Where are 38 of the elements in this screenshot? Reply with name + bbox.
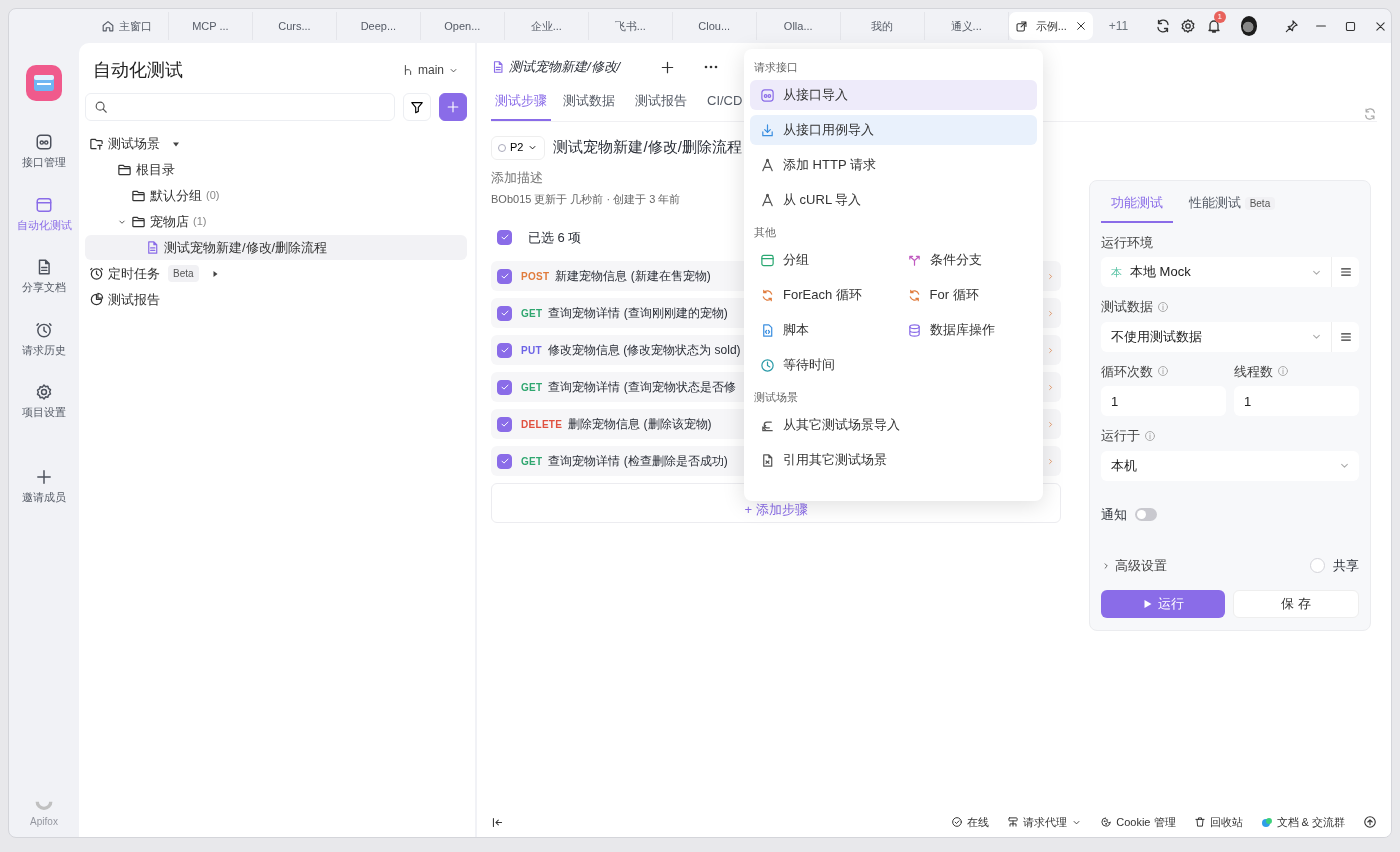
item-count: (1) <box>193 214 207 230</box>
beta-tag: Beta <box>168 265 199 282</box>
field-label: 通知 <box>1101 505 1127 524</box>
field-label: 循环次数 <box>1101 362 1153 381</box>
step-label: 修改宠物信息 (修改宠物状态为 sold) <box>547 342 741 359</box>
tree-label: 测试场景 <box>108 134 160 153</box>
field-label: 测试数据 <box>1101 298 1153 316</box>
http-method: PUT <box>521 343 542 358</box>
field-label: 运行于 <box>1101 427 1140 445</box>
field-label: 运行环境 <box>1101 233 1153 252</box>
step-label: 查询宠物详情 (检查删除是否成功) <box>548 453 728 470</box>
menu-section-title: 请求接口 <box>753 60 799 76</box>
menu-section-title: 其他 <box>753 225 777 241</box>
http-method: DELETE <box>521 417 563 432</box>
share-label: 共享 <box>1333 557 1359 575</box>
field-label: 线程数 <box>1234 362 1273 381</box>
tree-label: 测试宠物新建/修改/删除流程 <box>164 238 328 257</box>
menu-section-title: 测试场景 <box>753 390 799 406</box>
tree-label: 默认分组 <box>150 186 202 205</box>
http-method: GET <box>521 306 543 321</box>
item-count: (0) <box>206 188 220 204</box>
step-label: 查询宠物详情 (查询刚刚建的宠物) <box>548 305 728 322</box>
step-label: 删除宠物信息 (删除该宠物) <box>568 416 712 433</box>
brand-name: Apifox <box>30 815 58 829</box>
selection-count: 已选 6 项 <box>528 228 582 247</box>
notification-badge: 1 <box>1213 11 1226 23</box>
tree-label: 定时任务 <box>108 264 160 283</box>
environment-tag: 本 <box>1111 263 1122 281</box>
http-method: GET <box>521 380 543 395</box>
tree-label: 宠物店 <box>150 212 189 231</box>
http-method: GET <box>521 454 543 469</box>
step-label: 新建宠物信息 (新建在售宠物) <box>555 268 711 285</box>
tree-label: 根目录 <box>136 160 175 179</box>
panel-title: 自动化测试 <box>93 58 183 82</box>
case-meta: BOb015 更新于 几秒前 · 创建于 3 年前 <box>491 192 681 207</box>
http-method: POST <box>521 269 550 284</box>
step-label: 查询宠物详情 (查询宠物状态是否修 <box>548 379 736 396</box>
tree-label: 测试报告 <box>108 290 160 309</box>
